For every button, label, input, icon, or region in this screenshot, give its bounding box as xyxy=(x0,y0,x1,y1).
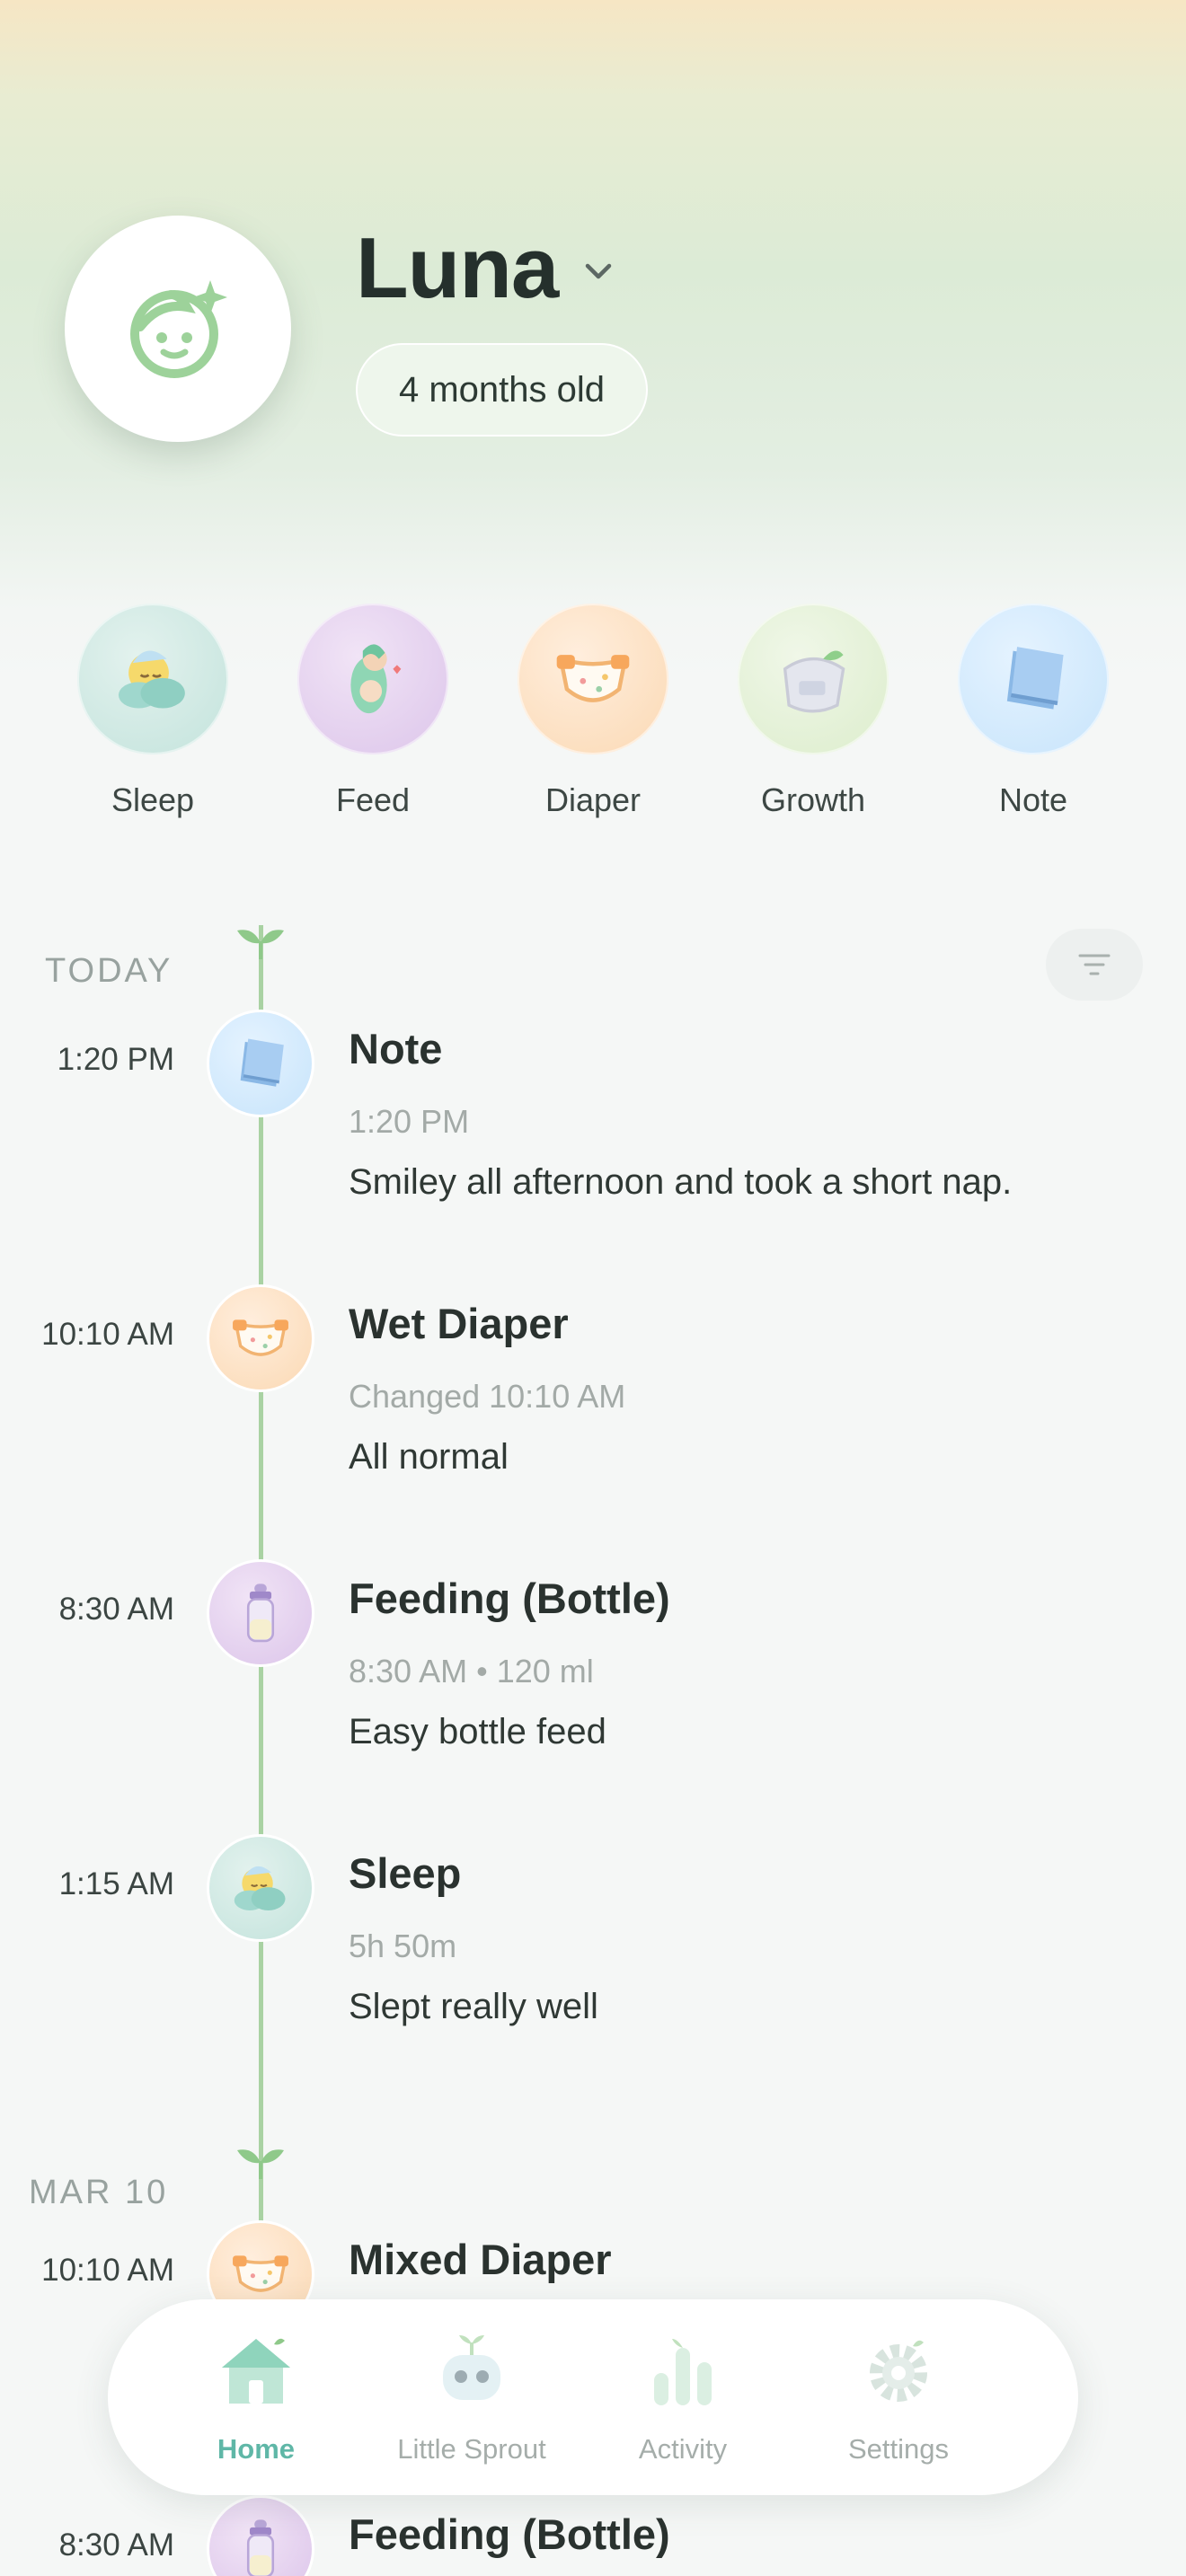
baby-avatar[interactable] xyxy=(65,216,291,442)
diaper-icon xyxy=(222,1300,299,1377)
timeline-entry-sleep[interactable]: 1:15 AM Sleep 5h 50m Slept really well xyxy=(0,1834,1186,2059)
sleep-cloud-icon xyxy=(102,629,203,729)
section-today-label: TODAY xyxy=(45,952,173,990)
entry-time: 1:15 AM xyxy=(58,1866,174,1901)
quick-action-growth[interactable]: Growth xyxy=(738,604,889,819)
quick-action-label: Note xyxy=(998,781,1068,818)
quick-action-label: Diaper xyxy=(544,781,642,818)
entry-icon-badge xyxy=(207,1559,314,1667)
entry-icon-badge xyxy=(207,1284,314,1392)
nav-label: Settings xyxy=(847,2433,949,2465)
entry-title: Feeding (Bottle) xyxy=(349,2510,670,2558)
filter-button[interactable] xyxy=(1046,929,1143,1001)
feed-mother-icon xyxy=(323,629,423,729)
baby-face-sparkle-icon xyxy=(130,280,227,378)
quick-action-diaper[interactable]: Diaper xyxy=(518,604,668,819)
quick-action-note[interactable]: Note xyxy=(958,604,1109,819)
timeline-entry-feeding[interactable]: 8:30 AM Feeding (Bottle) 8:30 AM • 120 m… xyxy=(0,1559,1186,1784)
diaper-icon xyxy=(543,629,643,729)
bottom-nav: Home Little Sprout Activity Settings xyxy=(108,2299,1078,2495)
entry-title: Note xyxy=(349,1025,443,1072)
entry-subtitle: 8:30 AM • 120 ml xyxy=(349,1653,594,1689)
gear-icon xyxy=(870,2340,927,2402)
entry-title: Mixed Diaper xyxy=(349,2236,612,2283)
entry-title: Sleep xyxy=(349,1849,462,1897)
filter-icon xyxy=(1078,954,1111,975)
timeline-entry-feeding[interactable]: 8:30 AM Feeding (Bottle) xyxy=(0,2495,1186,2576)
entry-subtitle: 5h 50m xyxy=(349,1928,457,1964)
quick-action-label: Feed xyxy=(335,781,411,818)
quick-action-label: Growth xyxy=(760,781,866,818)
entry-icon-badge xyxy=(207,2495,314,2576)
quick-action-feed[interactable]: Feed xyxy=(297,604,448,819)
entry-note: Smiley all afternoon and took a short na… xyxy=(349,1162,1013,1202)
entry-time: 1:20 PM xyxy=(57,1042,174,1077)
sprout-icon xyxy=(237,2149,284,2179)
sprout-icon xyxy=(237,930,284,959)
bottle-icon xyxy=(222,2510,299,2576)
entry-subtitle: Changed 10:10 AM xyxy=(349,1378,626,1415)
notebook-icon xyxy=(983,629,1084,729)
timeline-entry-diaper[interactable]: 10:10 AM Wet Diaper Changed 10:10 AM All… xyxy=(0,1284,1186,1509)
bar-chart-icon xyxy=(654,2339,712,2405)
bottle-icon xyxy=(222,1575,299,1652)
chevron-down-icon[interactable] xyxy=(579,251,618,291)
timeline-entry-note[interactable]: 1:20 PM Note 1:20 PM Smiley all afternoo… xyxy=(0,1010,1186,1234)
robot-sprout-icon xyxy=(443,2335,500,2400)
age-badge: 4 months old xyxy=(356,343,649,437)
nav-little-sprout[interactable]: Little Sprout xyxy=(382,2326,562,2466)
entry-time: 8:30 AM xyxy=(58,2527,174,2563)
sleep-cloud-icon xyxy=(222,1849,299,1927)
entry-time: 10:10 AM xyxy=(41,2253,174,2288)
entry-time: 10:10 AM xyxy=(41,1317,174,1352)
quick-actions: Sleep Feed Diaper Growth Note xyxy=(0,604,1186,828)
entry-time: 8:30 AM xyxy=(58,1592,174,1627)
baby-name[interactable]: Luna xyxy=(356,219,559,318)
nav-activity[interactable]: Activity xyxy=(611,2326,755,2466)
notebook-icon xyxy=(222,1025,299,1102)
entry-icon-badge xyxy=(207,1834,314,1942)
entry-title: Feeding (Bottle) xyxy=(349,1575,670,1622)
growth-scale-icon xyxy=(763,629,863,729)
nav-home[interactable]: Home xyxy=(180,2326,332,2466)
quick-action-sleep[interactable]: Sleep xyxy=(77,604,228,819)
entry-note: Slept really well xyxy=(349,1987,598,2026)
nav-label: Activity xyxy=(638,2433,728,2465)
entry-note: Easy bottle feed xyxy=(349,1712,606,1751)
section-date-label: MAR 10 xyxy=(29,2174,169,2211)
nav-settings[interactable]: Settings xyxy=(827,2326,970,2466)
home-screen: Luna 4 months old Sleep Feed Diaper Grow… xyxy=(0,0,1186,2576)
entry-subtitle: 1:20 PM xyxy=(349,1103,470,1140)
entry-note: All normal xyxy=(349,1437,509,1477)
house-icon xyxy=(222,2338,290,2404)
nav-label: Home xyxy=(217,2433,296,2465)
nav-label: Little Sprout xyxy=(397,2433,546,2465)
entry-icon-badge xyxy=(207,1010,314,1117)
quick-action-label: Sleep xyxy=(111,781,195,818)
entry-title: Wet Diaper xyxy=(349,1300,569,1347)
